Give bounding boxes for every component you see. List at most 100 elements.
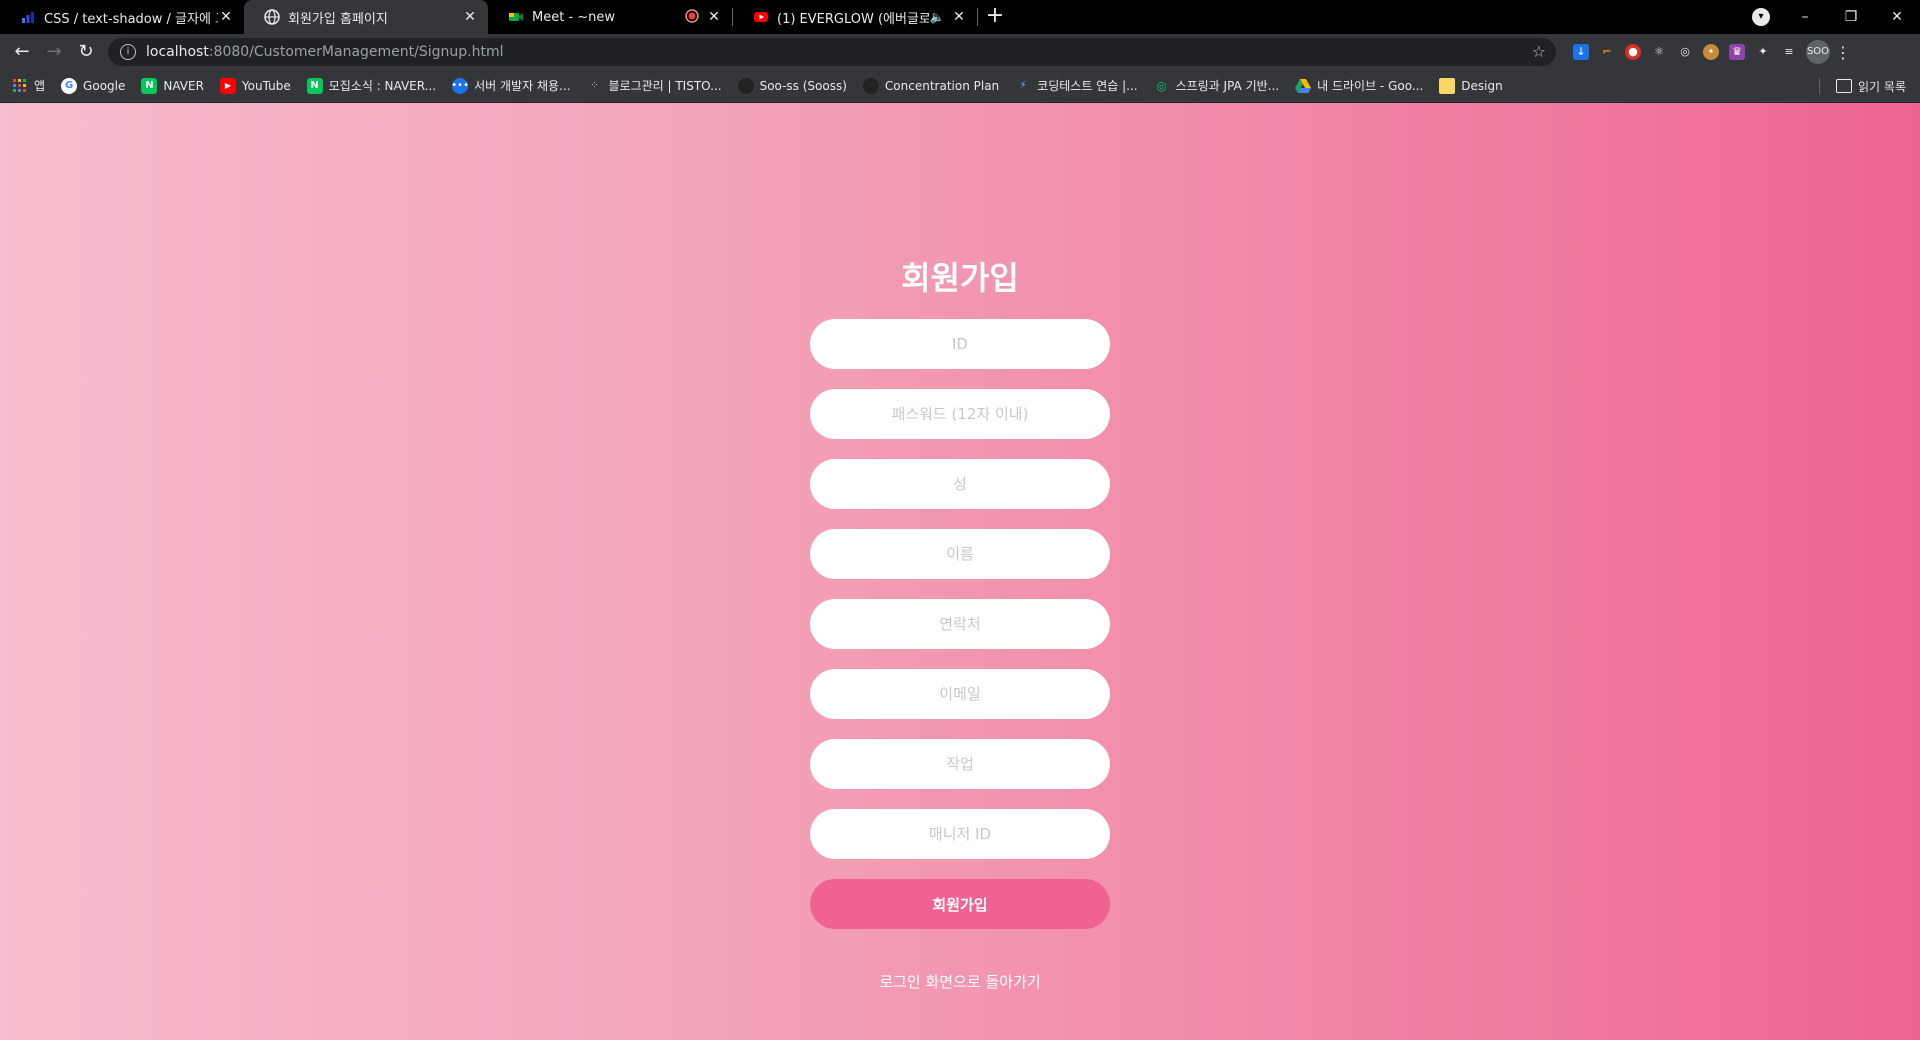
bookmarks-bar: 앱 G Google N NAVER ▶ YouTube N 모집소식 : NA… xyxy=(0,70,1920,102)
extensions-row: ↓ ⌐ ● ⚛ ◎ • ♛ ✦ ≡ SOO ⋮ xyxy=(1568,38,1856,66)
address-bar[interactable]: i localhost:8080/CustomerManagement/Sign… xyxy=(108,38,1556,66)
media-control-icon[interactable]: ≡ xyxy=(1776,38,1802,66)
tab-title: (1) EVERGLOW (에버글로우) xyxy=(777,11,929,27)
inflearn-icon: ◎ xyxy=(1156,78,1167,93)
marker-extension-icon[interactable]: ⌐ xyxy=(1594,38,1620,66)
reading-list-icon xyxy=(1836,79,1853,93)
phone-input[interactable] xyxy=(810,599,1110,649)
browser-toolbar: ← → ↻ i localhost:8080/CustomerManagemen… xyxy=(0,34,1920,70)
naver-icon: N xyxy=(306,77,323,94)
youtube-icon xyxy=(753,9,769,25)
bookmark-folder-design[interactable]: Design xyxy=(1439,72,1510,100)
red-extension-icon[interactable]: ● xyxy=(1620,38,1646,66)
bookmark-programmers[interactable]: ⚡ 코딩테스트 연습 |... xyxy=(1015,72,1145,100)
tab-css-text-shadow[interactable]: CSS / text-shadow / 글자에 그림자 ✕ xyxy=(0,0,244,34)
naver-icon: N xyxy=(141,77,158,94)
close-icon[interactable]: ✕ xyxy=(218,9,234,25)
bookmark-label: Design xyxy=(1461,78,1503,93)
password-input[interactable] xyxy=(810,389,1110,439)
bookmark-concentration-plan[interactable]: Concentration Plan xyxy=(862,72,1007,100)
avatar[interactable]: SOO xyxy=(1806,40,1830,64)
bookmark-label: Concentration Plan xyxy=(884,78,1000,93)
bookmark-github-sooss[interactable]: Soo-ss (Sooss) xyxy=(737,72,855,100)
bookmark-google[interactable]: G Google xyxy=(61,72,133,100)
crown-extension-icon[interactable]: ♛ xyxy=(1724,38,1750,66)
menu-kebab-icon[interactable]: ⋮ xyxy=(1830,43,1856,62)
reload-icon[interactable]: ↻ xyxy=(70,36,102,68)
restore-button[interactable]: ❐ xyxy=(1828,0,1874,34)
bookmark-label: Soo-ss (Sooss) xyxy=(759,78,847,93)
tab-title: 회원가입 홈페이지 xyxy=(288,11,388,27)
bookmark-naver-recruit[interactable]: N 모집소식 : NAVER... xyxy=(306,72,444,100)
id-input[interactable] xyxy=(810,319,1110,369)
minimize-button[interactable]: – xyxy=(1782,0,1828,34)
back-to-login-link[interactable]: 로그인 화면으로 돌아가기 xyxy=(0,971,1920,992)
page-title: 회원가입 xyxy=(901,259,1019,297)
tistory-icon: ⁘ xyxy=(590,80,599,91)
target-extension-icon[interactable]: ◎ xyxy=(1672,38,1698,66)
bookmark-server-jobs[interactable]: ••• 서버 개발자 채용... xyxy=(451,72,578,100)
divider xyxy=(1819,78,1820,94)
google-icon: G xyxy=(61,77,78,94)
last-name-input[interactable] xyxy=(810,459,1110,509)
globe-icon xyxy=(264,9,280,25)
first-name-input[interactable] xyxy=(810,529,1110,579)
reading-list-button[interactable]: 읽기 목록 xyxy=(1836,72,1906,100)
back-arrow-icon[interactable]: ← xyxy=(6,36,38,68)
bookmark-label: 블로그관리 | TISTO... xyxy=(608,79,722,93)
bookmark-label: Google xyxy=(83,78,126,93)
chart-icon xyxy=(20,9,36,25)
bookmark-youtube[interactable]: ▶ YouTube xyxy=(219,72,299,100)
apps-grid-icon xyxy=(12,78,28,94)
new-tab-button[interactable]: + xyxy=(978,0,1012,34)
close-icon[interactable]: ✕ xyxy=(951,9,967,25)
chat-icon: ••• xyxy=(451,77,469,94)
programmers-icon: ⚡ xyxy=(1019,80,1027,91)
bookmark-star-icon[interactable]: ☆ xyxy=(1532,42,1546,61)
recording-icon xyxy=(684,9,700,25)
close-icon[interactable]: ✕ xyxy=(706,9,722,25)
tab-search-icon[interactable]: ▾ xyxy=(1752,8,1770,26)
bookmark-google-drive[interactable]: 내 드라이브 - Goo... xyxy=(1295,72,1431,100)
info-icon[interactable]: i xyxy=(120,44,136,60)
reading-list-label: 읽기 목록 xyxy=(1858,79,1906,94)
puzzle-icon[interactable]: ✦ xyxy=(1750,38,1776,66)
bookmark-label: 코딩테스트 연습 |... xyxy=(1037,79,1138,93)
cookie-extension-icon[interactable]: • xyxy=(1698,38,1724,66)
bookmark-label: 모집소식 : NAVER... xyxy=(328,79,437,93)
bookmark-tistory[interactable]: ⁘ 블로그관리 | TISTO... xyxy=(586,72,729,100)
bookmark-label: 스프링과 JPA 기반... xyxy=(1175,79,1280,93)
signup-button[interactable]: 회원가입 xyxy=(810,879,1110,929)
job-input[interactable] xyxy=(810,739,1110,789)
folder-icon xyxy=(1439,77,1456,94)
window-controls: – ❐ ✕ xyxy=(1782,0,1920,34)
email-input[interactable] xyxy=(810,669,1110,719)
signup-page: 회원가입 회원가입 로그인 화면으로 돌아가기 xyxy=(0,103,1920,1040)
bookmark-apps[interactable]: 앱 xyxy=(12,72,53,100)
bookmark-label: 앱 xyxy=(34,79,46,93)
bookmark-inflearn[interactable]: ◎ 스프링과 JPA 기반... xyxy=(1154,72,1288,100)
github-icon xyxy=(737,77,754,94)
tab-title: Meet - ~new xyxy=(532,9,616,25)
download-extension-icon[interactable]: ↓ xyxy=(1568,38,1594,66)
url-host: localhost xyxy=(146,44,209,60)
forward-arrow-icon[interactable]: → xyxy=(38,36,70,68)
youtube-icon: ▶ xyxy=(219,77,236,94)
close-icon[interactable]: ✕ xyxy=(462,9,478,25)
manager-id-input[interactable] xyxy=(810,809,1110,859)
bookmark-label: YouTube xyxy=(241,78,291,93)
bookmark-label: NAVER xyxy=(163,78,204,93)
github-icon xyxy=(862,77,879,94)
drive-icon xyxy=(1295,78,1312,94)
tab-meet[interactable]: Meet - ~new ✕ xyxy=(488,0,732,34)
react-devtools-icon[interactable]: ⚛ xyxy=(1646,38,1672,66)
meet-icon xyxy=(508,9,524,25)
bookmark-naver[interactable]: N NAVER xyxy=(141,72,212,100)
tab-youtube-everglow[interactable]: (1) EVERGLOW (에버글로우) 🔈 ✕ xyxy=(733,0,977,34)
close-window-button[interactable]: ✕ xyxy=(1874,0,1920,34)
tab-strip: CSS / text-shadow / 글자에 그림자 ✕ 회원가입 홈페이지 … xyxy=(0,0,1920,34)
speaker-icon[interactable]: 🔈 xyxy=(929,9,945,25)
url-path: :8080/CustomerManagement/Signup.html xyxy=(208,44,504,60)
bookmark-label: 내 드라이브 - Goo... xyxy=(1317,79,1424,93)
tab-signup[interactable]: 회원가입 홈페이지 ✕ xyxy=(244,0,488,34)
